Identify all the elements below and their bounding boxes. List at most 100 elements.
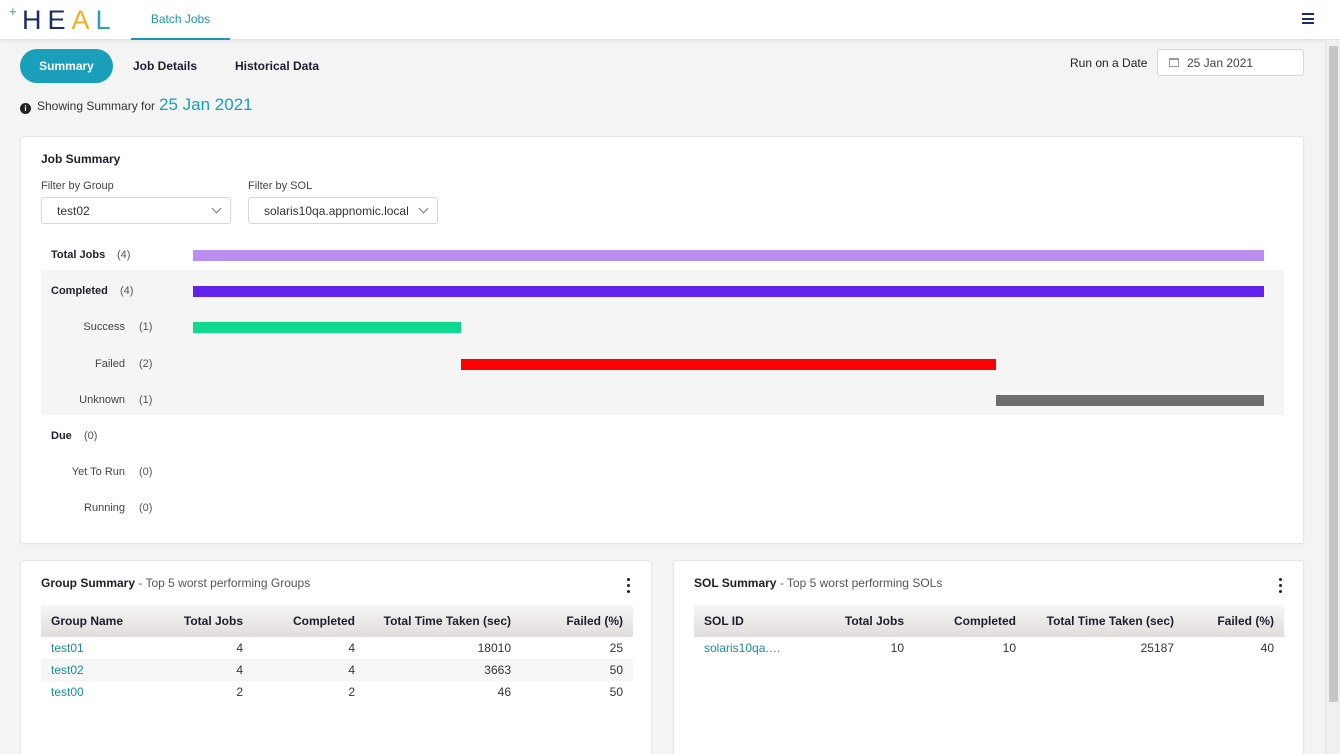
job-status-bar[interactable]: [996, 394, 1264, 406]
chevron-down-icon: [211, 203, 222, 214]
filter-group-value: test02: [57, 203, 90, 218]
group-summary-more-icon[interactable]: [627, 578, 630, 593]
failed-pct-cell: 40: [1260, 641, 1274, 655]
job-status-bar[interactable]: [193, 286, 1264, 298]
logo-text: HEAL: [22, 4, 117, 35]
subtab-historical-data[interactable]: Historical Data: [226, 49, 328, 83]
filter-sol-select[interactable]: solaris10qa.appnomic.local: [248, 197, 438, 224]
calendar-icon: [1169, 58, 1179, 67]
job-status-bar[interactable]: [193, 250, 1264, 261]
filter-sol-value: solaris10qa.appnomic.local: [264, 203, 409, 218]
logo-plus-icon: +: [9, 4, 17, 19]
chevron-down-icon: [418, 203, 429, 214]
completed-cell: 2: [348, 685, 355, 699]
completed-cell: 10: [1002, 641, 1016, 655]
job-status-bar[interactable]: [193, 322, 461, 334]
showing-text: Showing Summary for: [37, 99, 156, 113]
group-summary-subtitle: - Top 5 worst performing Groups: [135, 576, 311, 590]
job-status-count: (4): [120, 285, 134, 298]
failed-pct-cell: 50: [609, 685, 623, 699]
job-status-row: Due (0): [21, 418, 1304, 454]
job-summary-card: Job Summary Filter by Group test02 Filte…: [20, 136, 1304, 544]
sol-summary-title: SOL Summary - Top 5 worst performing SOL…: [694, 576, 942, 590]
job-status-row: Running (0): [21, 490, 1304, 526]
group-name-link[interactable]: test01: [41, 637, 151, 659]
column-header[interactable]: Failed (%): [1184, 605, 1284, 637]
job-status-label: Success: [83, 321, 125, 334]
scrollbar-thumb[interactable]: [1329, 46, 1338, 702]
column-header[interactable]: Group Name: [41, 605, 151, 637]
date-picker-value: 25 Jan 2021: [1187, 55, 1254, 70]
column-header[interactable]: Completed: [914, 605, 1026, 637]
table-row: solaris10qa.… 10 10 25187 40: [694, 637, 1284, 659]
job-status-count: (0): [84, 430, 98, 442]
top-bar: + HEAL Batch Jobs: [0, 0, 1340, 40]
job-status-count: (1): [139, 393, 153, 406]
sol-summary-table: SOL ID Total Jobs Completed Total Time T…: [694, 605, 1284, 659]
vertical-scrollbar[interactable]: [1325, 40, 1340, 754]
job-status-label: Unknown: [79, 393, 125, 406]
filter-group-label: Filter by Group: [41, 180, 114, 192]
showing-summary: i Showing Summary for 25 Jan 2021: [20, 95, 253, 115]
sol-summary-subtitle: - Top 5 worst performing SOLs: [776, 576, 943, 590]
job-status-bar[interactable]: [460, 358, 997, 370]
subtab-job-details[interactable]: Job Details: [122, 49, 208, 83]
column-header[interactable]: Total Time Taken (sec): [1026, 605, 1184, 637]
job-status-row: Total Jobs (4): [21, 237, 1304, 273]
table-header-row: SOL ID Total Jobs Completed Total Time T…: [694, 605, 1284, 637]
job-status-count: (1): [139, 321, 153, 334]
table-row: test02 4 4 3663 50: [41, 659, 633, 681]
column-header[interactable]: Total Jobs: [151, 605, 253, 637]
time-taken-cell: 3663: [484, 663, 511, 677]
group-summary-title: Group Summary - Top 5 worst performing G…: [41, 576, 310, 590]
sol-summary-card: SOL Summary - Top 5 worst performing SOL…: [673, 560, 1304, 754]
failed-pct-cell: 50: [609, 663, 623, 677]
failed-pct-cell: 25: [609, 641, 623, 655]
job-status-count: (4): [117, 249, 131, 261]
job-status-count: (0): [139, 466, 153, 479]
date-picker-input[interactable]: 25 Jan 2021: [1157, 49, 1304, 76]
sol-id-link[interactable]: solaris10qa.…: [694, 637, 804, 659]
group-name-link[interactable]: test02: [41, 659, 151, 681]
total-jobs-cell: 10: [890, 641, 904, 655]
filter-group-select[interactable]: test02: [41, 197, 231, 224]
job-status-count: (0): [139, 502, 153, 515]
job-status-label: Completed: [51, 285, 108, 298]
job-status-label: Failed: [95, 357, 125, 370]
group-summary-title-text: Group Summary: [41, 576, 136, 590]
showing-date: 25 Jan 2021: [159, 95, 253, 114]
group-name-link[interactable]: test00: [41, 681, 151, 703]
time-taken-cell: 18010: [477, 641, 511, 655]
hamburger-menu-icon[interactable]: [1302, 13, 1314, 24]
job-status-row: Failed (2): [21, 346, 1304, 382]
total-jobs-cell: 2: [236, 685, 243, 699]
job-status-label: Yet To Run: [71, 466, 125, 479]
table-row: test00 2 2 46 50: [41, 681, 633, 703]
time-taken-cell: 46: [497, 685, 511, 699]
table-row: test01 4 4 18010 25: [41, 637, 633, 659]
job-status-count: (2): [139, 357, 153, 370]
total-jobs-cell: 4: [236, 641, 243, 655]
tab-batch-jobs[interactable]: Batch Jobs: [131, 0, 230, 40]
info-icon: i: [20, 103, 31, 114]
heal-logo[interactable]: + HEAL: [9, 4, 117, 35]
run-on-date-label: Run on a Date: [1070, 56, 1148, 70]
job-status-row: Unknown (1): [21, 382, 1304, 418]
sol-summary-title-text: SOL Summary: [694, 576, 777, 590]
completed-cell: 4: [348, 663, 355, 677]
time-taken-cell: 25187: [1140, 641, 1174, 655]
column-header[interactable]: Total Jobs: [804, 605, 914, 637]
job-status-row: Success (1): [21, 309, 1304, 345]
job-status-row: Completed (4): [21, 273, 1304, 309]
column-header[interactable]: Failed (%): [521, 605, 633, 637]
filter-sol-label: Filter by SOL: [248, 180, 313, 192]
column-header[interactable]: Completed: [253, 605, 365, 637]
completed-cell: 4: [348, 641, 355, 655]
column-header[interactable]: SOL ID: [694, 605, 804, 637]
job-summary-title: Job Summary: [41, 152, 121, 166]
job-status-label: Running: [84, 502, 125, 515]
job-status-row: Yet To Run (0): [21, 454, 1304, 490]
column-header[interactable]: Total Time Taken (sec): [365, 605, 521, 637]
subtab-summary[interactable]: Summary: [20, 49, 113, 83]
sol-summary-more-icon[interactable]: [1279, 578, 1282, 593]
